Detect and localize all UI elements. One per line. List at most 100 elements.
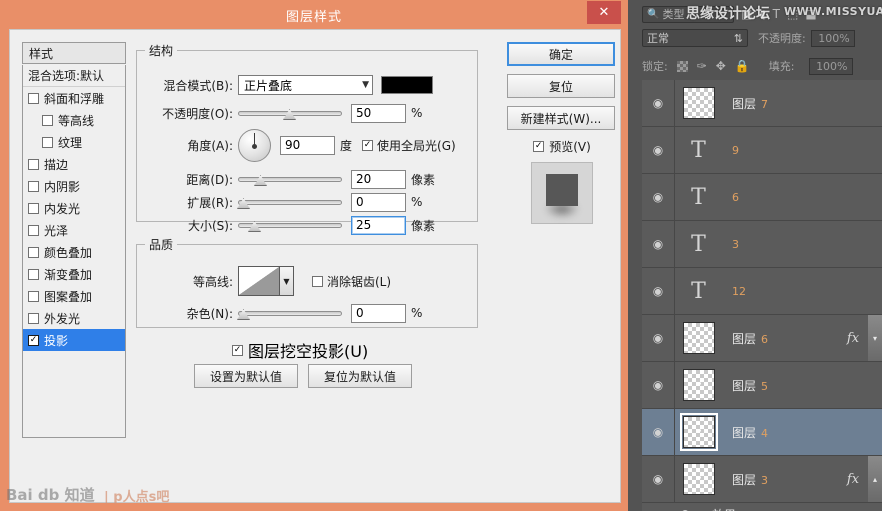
layer-filter-type-select[interactable]: 🔍 类型 bbox=[642, 5, 734, 23]
style-item-checkbox[interactable] bbox=[42, 136, 53, 148]
layer-expand-toggle[interactable]: ▾ bbox=[868, 315, 882, 361]
layers-list[interactable]: ◉图层7◉T9◉T6◉T3◉T12◉图层6fx▾◉图层5◉图层4◉图层3fx▴◉… bbox=[642, 80, 882, 511]
layer-name-number: 6 bbox=[761, 332, 769, 346]
eye-icon[interactable]: ◉ bbox=[642, 143, 674, 157]
spread-slider[interactable] bbox=[237, 194, 342, 210]
layer-row[interactable]: ◉ T 12 bbox=[642, 268, 882, 315]
layer-row[interactable]: ◉ T 9 bbox=[642, 127, 882, 174]
layer-expand-toggle[interactable] bbox=[868, 221, 882, 267]
antialias-checkbox[interactable]: 消除锯齿(L) bbox=[312, 273, 391, 290]
styles-list[interactable]: 混合选项:默认 斜面和浮雕 等高线 纹理 描边 内阴影 内发光 光泽 颜色叠加 渐变叠加图案叠加… bbox=[22, 65, 126, 438]
lock-all-icon[interactable]: 🔒 bbox=[735, 59, 750, 73]
pixel-filter-icon[interactable]: ▣ bbox=[741, 7, 752, 21]
lock-transparency-icon[interactable] bbox=[676, 60, 688, 72]
global-light-checkbox[interactable]: ✓ 使用全局光(G) bbox=[362, 137, 456, 154]
dialog-actions: 确定 复位 新建样式(W)... ✓ 预览(V) bbox=[507, 42, 617, 224]
style-item-10[interactable]: 外发光 bbox=[23, 307, 125, 329]
eye-icon[interactable]: ◉ bbox=[642, 96, 674, 110]
noise-slider[interactable] bbox=[237, 305, 342, 321]
style-item-checkbox[interactable] bbox=[28, 312, 39, 324]
style-item-0[interactable]: 斜面和浮雕 bbox=[23, 87, 125, 109]
opacity-input[interactable]: 50 bbox=[351, 103, 406, 123]
contour-preview[interactable] bbox=[238, 266, 280, 296]
shadow-color-swatch[interactable] bbox=[381, 76, 433, 94]
style-item-checkbox[interactable] bbox=[28, 180, 39, 192]
eye-icon[interactable]: ◉ bbox=[642, 331, 674, 345]
style-item-2[interactable]: 纹理 bbox=[23, 131, 125, 153]
style-item-3[interactable]: 描边 bbox=[23, 153, 125, 175]
reset-default-button[interactable]: 复位为默认值 bbox=[308, 364, 412, 388]
layer-expand-toggle[interactable]: ▴ bbox=[868, 456, 882, 502]
style-item-7[interactable]: 颜色叠加 bbox=[23, 241, 125, 263]
contour-dropdown-button[interactable]: ▼ bbox=[280, 266, 294, 296]
adjustment-filter-icon[interactable]: ◖ bbox=[759, 7, 765, 21]
style-item-label: 图案叠加 bbox=[44, 289, 93, 304]
eye-icon[interactable]: ◉ bbox=[642, 507, 712, 511]
layer-expand-toggle[interactable] bbox=[868, 174, 882, 220]
opacity-slider[interactable] bbox=[238, 105, 342, 121]
layer-fill-value[interactable]: 100% bbox=[808, 57, 853, 75]
eye-icon[interactable]: ◉ bbox=[642, 284, 674, 298]
layer-expand-toggle[interactable] bbox=[868, 268, 882, 314]
knockout-checkbox[interactable]: ✓ 图层挖空投影(U) bbox=[232, 338, 368, 362]
noise-input[interactable]: 0 bbox=[351, 303, 406, 323]
layer-row[interactable]: ◉ 图层 7 bbox=[642, 80, 882, 127]
style-item-checkbox[interactable] bbox=[28, 202, 39, 214]
style-item-checkbox[interactable] bbox=[42, 114, 53, 126]
close-icon[interactable]: ✕ bbox=[587, 1, 621, 24]
layer-fx-icon[interactable]: fx bbox=[838, 331, 868, 346]
style-item-checkbox[interactable] bbox=[28, 246, 39, 258]
style-item-checkbox[interactable] bbox=[28, 158, 39, 170]
lock-position-icon[interactable]: ✥ bbox=[716, 59, 726, 73]
layer-row[interactable]: ◉ 图层 6 fx ▾ bbox=[642, 315, 882, 362]
layer-expand-toggle[interactable] bbox=[868, 362, 882, 408]
layer-blend-mode-select[interactable]: 正常 ⇅ bbox=[642, 29, 748, 47]
layer-expand-toggle[interactable] bbox=[868, 409, 882, 455]
shape-filter-icon[interactable]: ⬚ bbox=[787, 7, 798, 21]
ok-button[interactable]: 确定 bbox=[507, 42, 615, 66]
set-default-button[interactable]: 设置为默认值 bbox=[194, 364, 298, 388]
blending-options-item[interactable]: 混合选项:默认 bbox=[23, 65, 125, 87]
angle-dial[interactable] bbox=[238, 128, 271, 162]
new-style-button[interactable]: 新建样式(W)... bbox=[507, 106, 615, 130]
layer-row[interactable]: ◉ 图层 4 bbox=[642, 409, 882, 456]
style-item-5[interactable]: 内发光 bbox=[23, 197, 125, 219]
style-item-8[interactable]: 渐变叠加 bbox=[23, 263, 125, 285]
layer-effect-row[interactable]: ◉效果 bbox=[642, 503, 882, 511]
style-item-checkbox[interactable]: ✓ bbox=[28, 334, 39, 346]
layer-fx-icon[interactable]: fx bbox=[838, 472, 868, 487]
preview-checkbox[interactable]: ✓ 预览(V) bbox=[507, 138, 617, 155]
eye-icon[interactable]: ◉ bbox=[642, 378, 674, 392]
layer-expand-toggle[interactable] bbox=[868, 80, 882, 126]
distance-slider[interactable] bbox=[238, 171, 342, 187]
eye-icon[interactable]: ◉ bbox=[642, 190, 674, 204]
layer-row[interactable]: ◉ T 3 bbox=[642, 221, 882, 268]
layer-opacity-value[interactable]: 100% bbox=[810, 29, 855, 47]
layer-expand-toggle[interactable] bbox=[868, 127, 882, 173]
style-item-checkbox[interactable] bbox=[28, 290, 39, 302]
size-input[interactable]: 25 bbox=[351, 215, 406, 235]
blend-mode-select[interactable]: 正片叠底 ▼ bbox=[238, 75, 373, 95]
angle-input[interactable]: 90 bbox=[280, 135, 335, 155]
spread-input[interactable]: 0 bbox=[351, 192, 406, 212]
layer-row[interactable]: ◉ 图层 3 fx ▴ bbox=[642, 456, 882, 503]
layer-row[interactable]: ◉ 图层 5 bbox=[642, 362, 882, 409]
style-item-checkbox[interactable] bbox=[28, 92, 39, 104]
style-item-4[interactable]: 内阴影 bbox=[23, 175, 125, 197]
style-item-1[interactable]: 等高线 bbox=[23, 109, 125, 131]
size-slider[interactable] bbox=[238, 217, 342, 233]
lock-image-icon[interactable]: ✑ bbox=[697, 59, 707, 73]
style-item-checkbox[interactable] bbox=[28, 224, 39, 236]
layer-row[interactable]: ◉ T 6 bbox=[642, 174, 882, 221]
style-item-6[interactable]: 光泽 bbox=[23, 219, 125, 241]
eye-icon[interactable]: ◉ bbox=[642, 472, 674, 486]
eye-icon[interactable]: ◉ bbox=[642, 237, 674, 251]
eye-icon[interactable]: ◉ bbox=[642, 425, 674, 439]
smart-object-filter-icon[interactable]: ⬓ bbox=[805, 7, 816, 21]
distance-input[interactable]: 20 bbox=[351, 169, 406, 189]
style-item-11[interactable]: ✓ 投影 bbox=[23, 329, 125, 351]
type-filter-icon[interactable]: T bbox=[773, 7, 780, 21]
style-item-checkbox[interactable] bbox=[28, 268, 39, 280]
reset-button[interactable]: 复位 bbox=[507, 74, 615, 98]
style-item-9[interactable]: 图案叠加 bbox=[23, 285, 125, 307]
